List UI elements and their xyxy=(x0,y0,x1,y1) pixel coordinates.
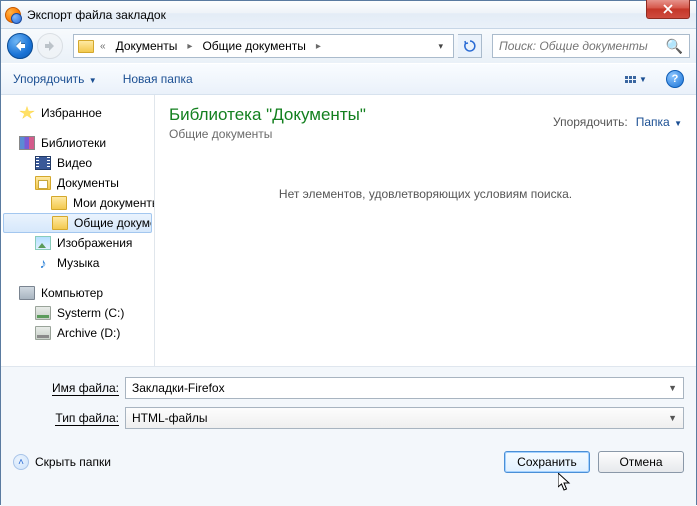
sidebar-music[interactable]: ♪ Музыка xyxy=(1,253,154,273)
sidebar-label: Мои документы xyxy=(73,196,154,210)
save-button[interactable]: Сохранить xyxy=(504,451,590,473)
forward-button[interactable] xyxy=(37,33,63,59)
sidebar-label: Изображения xyxy=(57,236,132,250)
drive-icon xyxy=(35,326,51,340)
toolbar: Упорядочить ▼ Новая папка ▼ ? xyxy=(1,63,696,95)
filename-row: Имя файла: ▼ xyxy=(13,377,684,399)
chevron-up-icon: ˄ xyxy=(13,454,29,470)
filetype-combo[interactable]: HTML-файлы ▼ xyxy=(125,407,684,429)
chevron-right-icon: ▸ xyxy=(185,41,194,52)
star-icon xyxy=(19,106,35,120)
sidebar-computer[interactable]: Компьютер xyxy=(1,283,154,303)
content-pane: Библиотека "Документы" Общие документы У… xyxy=(155,95,696,366)
libraries-icon xyxy=(19,136,35,150)
address-dropdown[interactable]: ▾ xyxy=(432,41,449,52)
body: Избранное Библиотеки Видео Документы Мои… xyxy=(1,95,696,366)
close-button[interactable] xyxy=(646,0,690,19)
drive-icon xyxy=(35,306,51,320)
organize-menu[interactable]: Упорядочить ▼ xyxy=(13,72,97,86)
sidebar-label: Archive (D:) xyxy=(57,326,120,340)
bottom-panel: Имя файла: ▼ Тип файла: HTML-файлы ▼ ˄ С… xyxy=(1,366,696,506)
titlebar: Экспорт файла закладок xyxy=(1,1,696,29)
view-mode-button[interactable]: ▼ xyxy=(620,69,652,89)
firefox-icon xyxy=(5,7,21,23)
refresh-button[interactable] xyxy=(458,34,482,58)
sidebar-label: Библиотеки xyxy=(41,136,106,150)
button-row: ˄ Скрыть папки Сохранить Отмена xyxy=(13,451,684,473)
library-subtitle: Общие документы xyxy=(169,127,682,141)
cancel-label: Отмена xyxy=(619,455,662,469)
close-icon xyxy=(663,4,673,14)
computer-icon xyxy=(19,286,35,300)
breadcrumb-public-documents[interactable]: Общие документы xyxy=(198,37,309,55)
navbar: « Документы ▸ Общие документы ▸ ▾ 🔍 xyxy=(1,29,696,63)
arrow-left-icon xyxy=(13,39,27,53)
empty-message: Нет элементов, удовлетворяющих условиям … xyxy=(169,187,682,201)
arrow-right-icon xyxy=(43,39,57,53)
help-button[interactable]: ? xyxy=(666,70,684,88)
folder-icon xyxy=(52,216,68,230)
back-button[interactable] xyxy=(7,33,33,59)
sort-label: Упорядочить: xyxy=(553,115,628,129)
sidebar-video[interactable]: Видео xyxy=(1,153,154,173)
chevron-down-icon: ▼ xyxy=(662,413,677,423)
chevron-left-icon: « xyxy=(98,41,108,52)
breadcrumb-documents[interactable]: Документы xyxy=(112,37,182,55)
sidebar-libraries[interactable]: Библиотеки xyxy=(1,133,154,153)
sidebar-label: Музыка xyxy=(57,256,99,270)
refresh-icon xyxy=(463,39,477,53)
documents-icon xyxy=(35,176,51,190)
search-box[interactable]: 🔍 xyxy=(492,34,690,58)
sidebar-drive-c[interactable]: Systerm (C:) xyxy=(1,303,154,323)
sort-area: Упорядочить: Папка ▼ xyxy=(553,115,682,129)
cancel-button[interactable]: Отмена xyxy=(598,451,684,473)
sidebar-label: Избранное xyxy=(41,106,102,120)
sidebar: Избранное Библиотеки Видео Документы Мои… xyxy=(1,95,155,366)
new-folder-button[interactable]: Новая папка xyxy=(123,72,193,86)
sidebar-my-documents[interactable]: Мои документы xyxy=(1,193,154,213)
sort-value: Папка xyxy=(636,115,670,129)
filetype-label: Тип файла: xyxy=(13,411,125,426)
filetype-row: Тип файла: HTML-файлы ▼ xyxy=(13,407,684,429)
sidebar-label: Компьютер xyxy=(41,286,103,300)
sidebar-documents[interactable]: Документы xyxy=(1,173,154,193)
chevron-down-icon: ▼ xyxy=(639,75,647,84)
images-icon xyxy=(35,236,51,250)
organize-label: Упорядочить xyxy=(13,72,84,86)
filename-input[interactable] xyxy=(132,381,662,395)
sidebar-favorites[interactable]: Избранное xyxy=(1,103,154,123)
video-icon xyxy=(35,156,51,170)
music-icon: ♪ xyxy=(35,256,51,270)
sidebar-drive-d[interactable]: Archive (D:) xyxy=(1,323,154,343)
address-bar[interactable]: « Документы ▸ Общие документы ▸ ▾ xyxy=(73,34,454,58)
filename-dropdown[interactable]: ▼ xyxy=(662,383,677,393)
window-title: Экспорт файла закладок xyxy=(27,8,166,22)
save-label: Сохранить xyxy=(517,455,577,469)
chevron-down-icon: ▼ xyxy=(89,76,97,85)
filetype-value: HTML-файлы xyxy=(132,411,662,425)
folder-icon xyxy=(51,196,67,210)
filename-label: Имя файла: xyxy=(13,381,125,396)
filename-field-wrap: ▼ xyxy=(125,377,684,399)
sort-dropdown[interactable]: Папка ▼ xyxy=(636,115,682,129)
hide-folders-link[interactable]: ˄ Скрыть папки xyxy=(13,454,111,470)
sidebar-label: Документы xyxy=(57,176,119,190)
folder-icon xyxy=(78,40,94,53)
sidebar-public-documents[interactable]: Общие документы xyxy=(3,213,152,233)
chevron-down-icon: ▼ xyxy=(674,119,682,128)
search-input[interactable] xyxy=(499,39,666,53)
chevron-right-icon: ▸ xyxy=(314,41,323,52)
sidebar-label: Общие документы xyxy=(74,216,152,230)
sidebar-images[interactable]: Изображения xyxy=(1,233,154,253)
search-icon[interactable]: 🔍 xyxy=(666,38,683,55)
sidebar-label: Systerm (C:) xyxy=(57,306,124,320)
hide-folders-label: Скрыть папки xyxy=(35,455,111,469)
view-grid-icon xyxy=(625,76,636,83)
sidebar-label: Видео xyxy=(57,156,92,170)
